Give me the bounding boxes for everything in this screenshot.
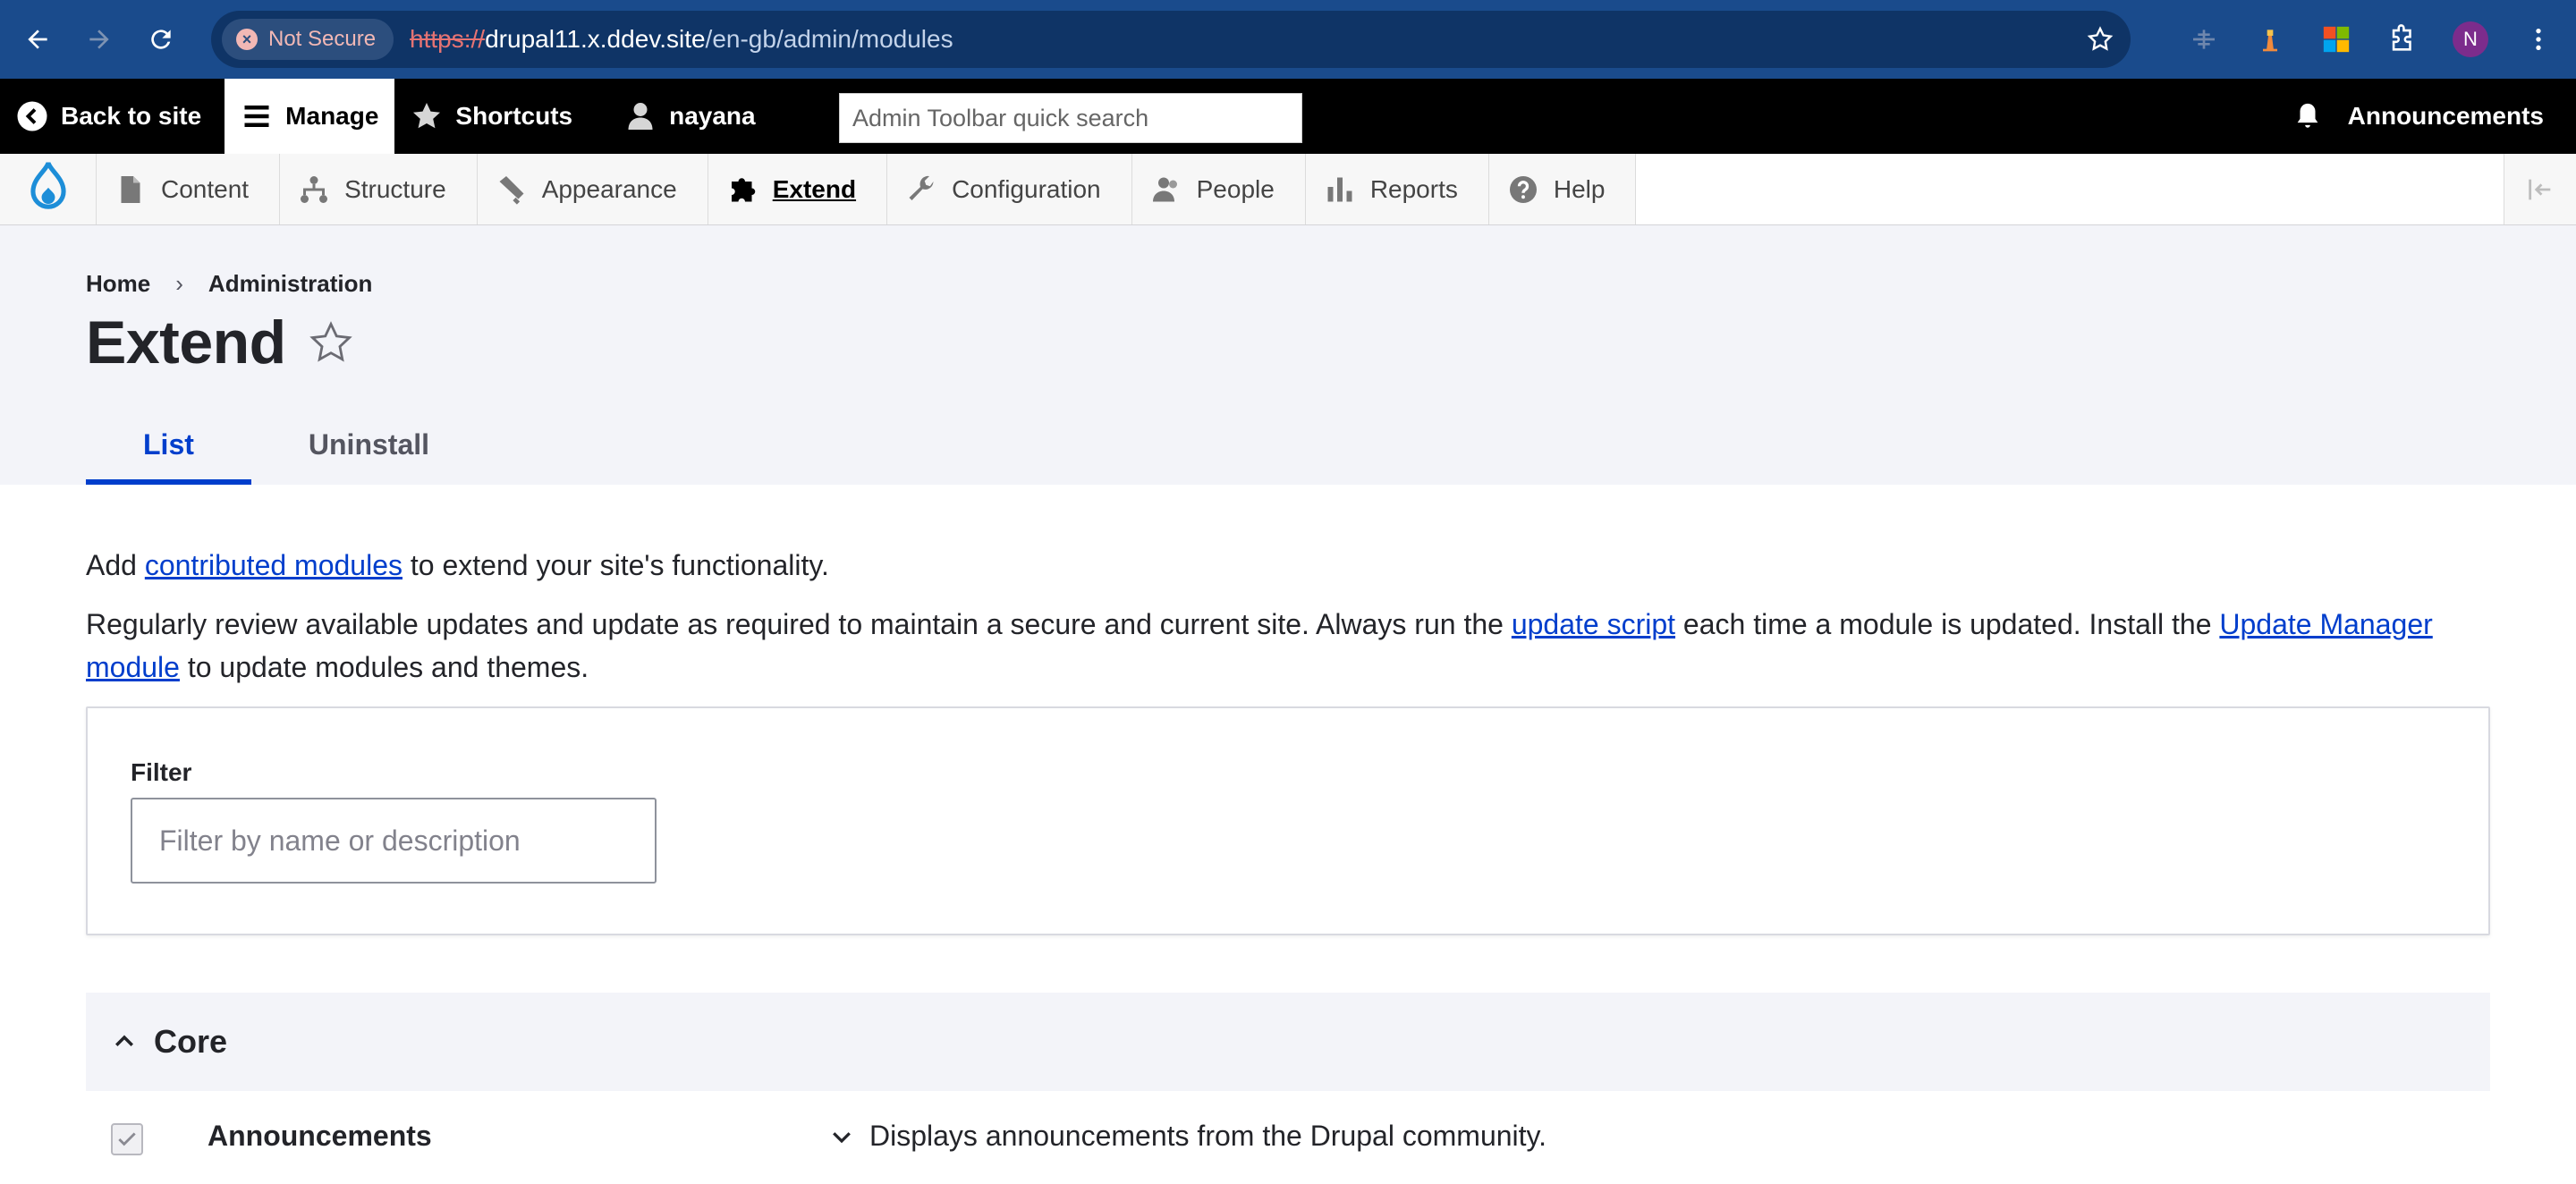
tray-item-label: Appearance	[541, 174, 677, 203]
hamburger-icon	[244, 106, 269, 127]
file-icon	[121, 175, 140, 203]
url-text[interactable]: https://drupal11.x.ddev.site/en-gb/admin…	[410, 25, 2064, 54]
filter-panel: Filter Filter by name or description	[86, 706, 2490, 935]
user-tab[interactable]: nayana	[608, 79, 772, 154]
contributed-modules-link[interactable]: contributed modules	[145, 549, 402, 581]
breadcrumb-administration[interactable]: Administration	[208, 270, 372, 298]
url-host: drupal11.x.ddev.site	[485, 25, 706, 53]
bookmark-star-icon[interactable]	[2080, 20, 2120, 59]
tab-uninstall[interactable]: Uninstall	[251, 404, 487, 485]
structure-icon	[301, 175, 328, 203]
reload-icon[interactable]	[146, 21, 177, 57]
drupal-logo-icon[interactable]	[0, 154, 97, 224]
breadcrumb: Home › Administration	[86, 270, 372, 298]
tray-item-label: Help	[1553, 174, 1606, 203]
checkmark-icon	[118, 1132, 136, 1146]
tab-list[interactable]: List	[86, 404, 251, 485]
shortcuts-label: Shortcuts	[455, 102, 573, 130]
back-circle-icon	[17, 101, 47, 131]
back-arrow-icon[interactable]	[21, 21, 53, 57]
module-description-toggle[interactable]: Displays announcements from the Drupal c…	[828, 1120, 1546, 1153]
manage-tab[interactable]: Manage	[225, 79, 395, 154]
security-chip[interactable]: × Not Secure	[221, 19, 394, 60]
chevron-up-icon	[115, 1035, 133, 1046]
main-content: Add contributed modules to extend your s…	[0, 544, 2576, 1184]
back-to-site-label: Back to site	[61, 102, 202, 130]
tray-item-help[interactable]: Help	[1489, 154, 1637, 224]
breadcrumb-home[interactable]: Home	[86, 270, 150, 298]
announcements-link[interactable]: Announcements	[2292, 101, 2576, 131]
tray-item-people[interactable]: People	[1132, 154, 1306, 224]
paintbrush-icon	[499, 175, 524, 205]
extension-microsoft-icon[interactable]	[2320, 23, 2352, 55]
bar-chart-icon	[1327, 177, 1352, 201]
update-notice: Regularly review available updates and u…	[86, 603, 2490, 689]
shortcut-star-icon[interactable]	[308, 319, 354, 366]
filter-input[interactable]: Filter by name or description	[131, 798, 657, 884]
title-row: Extend	[86, 308, 354, 377]
help-icon	[1509, 175, 1537, 203]
wrench-icon	[909, 175, 934, 200]
warning-icon: ×	[235, 29, 258, 50]
filter-label: Filter	[131, 758, 192, 786]
tray-item-label: Reports	[1369, 174, 1458, 203]
tray-item-configuration[interactable]: Configuration	[887, 154, 1132, 224]
announcements-label: Announcements	[2347, 102, 2544, 130]
security-label: Not Secure	[267, 27, 377, 51]
notice-part1: Regularly review available updates and u…	[86, 608, 1512, 640]
core-heading: Core	[154, 1023, 228, 1060]
tray-item-label: Structure	[344, 174, 446, 203]
url-path: /en-gb/admin/modules	[705, 25, 953, 53]
core-section-toggle[interactable]: Core	[86, 993, 2490, 1091]
module-row: Announcements Displays announcements fro…	[86, 1091, 2490, 1184]
intro-text: Add contributed modules to extend your s…	[86, 544, 2490, 587]
extensions-area: N	[2188, 21, 2555, 57]
tray-item-content[interactable]: Content	[97, 154, 281, 224]
people-icon	[1152, 177, 1177, 201]
browser-chrome: × Not Secure https://drupal11.x.ddev.sit…	[0, 0, 2576, 79]
module-description: Displays announcements from the Drupal c…	[869, 1120, 1547, 1152]
user-icon	[628, 103, 653, 130]
module-name: Announcements	[208, 1120, 432, 1152]
tray-item-reports[interactable]: Reports	[1306, 154, 1489, 224]
tray-collapse-icon[interactable]	[2504, 154, 2576, 224]
tray-spacer	[1636, 154, 2504, 224]
tray-item-structure[interactable]: Structure	[280, 154, 478, 224]
admin-toolbar: Back to site Manage Shortcuts nayana Adm…	[0, 79, 2576, 154]
extension-ruler-icon[interactable]	[2188, 23, 2220, 55]
address-bar[interactable]: × Not Secure https://drupal11.x.ddev.sit…	[210, 11, 2131, 68]
extension-lighthouse-icon[interactable]	[2254, 23, 2286, 55]
browser-menu-icon[interactable]	[2522, 23, 2555, 55]
user-label: nayana	[669, 102, 756, 130]
update-script-link[interactable]: update script	[1512, 608, 1675, 640]
primary-tabs: List Uninstall	[86, 404, 487, 485]
forward-arrow-icon[interactable]	[83, 21, 114, 57]
breadcrumb-separator: ›	[175, 270, 183, 297]
puzzle-icon	[731, 177, 755, 201]
tray-item-label: Content	[161, 174, 250, 203]
tray-item-appearance[interactable]: Appearance	[478, 154, 708, 224]
chevron-down-icon	[833, 1131, 851, 1143]
admin-tray: Content Structure Appearance Extend Conf…	[0, 154, 2576, 225]
intro-prefix: Add	[86, 549, 145, 581]
intro-suffix: to extend your site's functionality.	[402, 549, 829, 581]
tray-item-label: Extend	[772, 174, 857, 203]
page-title: Extend	[86, 309, 286, 376]
tray-item-label: Configuration	[952, 174, 1101, 203]
bell-icon	[2297, 103, 2318, 128]
profile-avatar[interactable]: N	[2452, 21, 2488, 57]
shortcuts-tab[interactable]: Shortcuts	[394, 79, 589, 154]
tray-item-label: People	[1196, 174, 1275, 203]
url-scheme: https://	[410, 25, 486, 53]
star-icon	[413, 103, 441, 129]
notice-part2: each time a module is updated. Install t…	[1675, 608, 2220, 640]
tray-item-extend[interactable]: Extend	[708, 154, 888, 224]
quick-search-input[interactable]: Admin Toolbar quick search	[839, 93, 1302, 143]
module-checkbox[interactable]	[111, 1123, 143, 1155]
page-header: Home › Administration Extend List Uninst…	[0, 225, 2576, 485]
back-to-site-link[interactable]: Back to site	[0, 79, 217, 154]
extensions-puzzle-icon[interactable]	[2386, 23, 2419, 55]
manage-label: Manage	[285, 102, 379, 130]
notice-part3: to update modules and themes.	[179, 651, 589, 683]
